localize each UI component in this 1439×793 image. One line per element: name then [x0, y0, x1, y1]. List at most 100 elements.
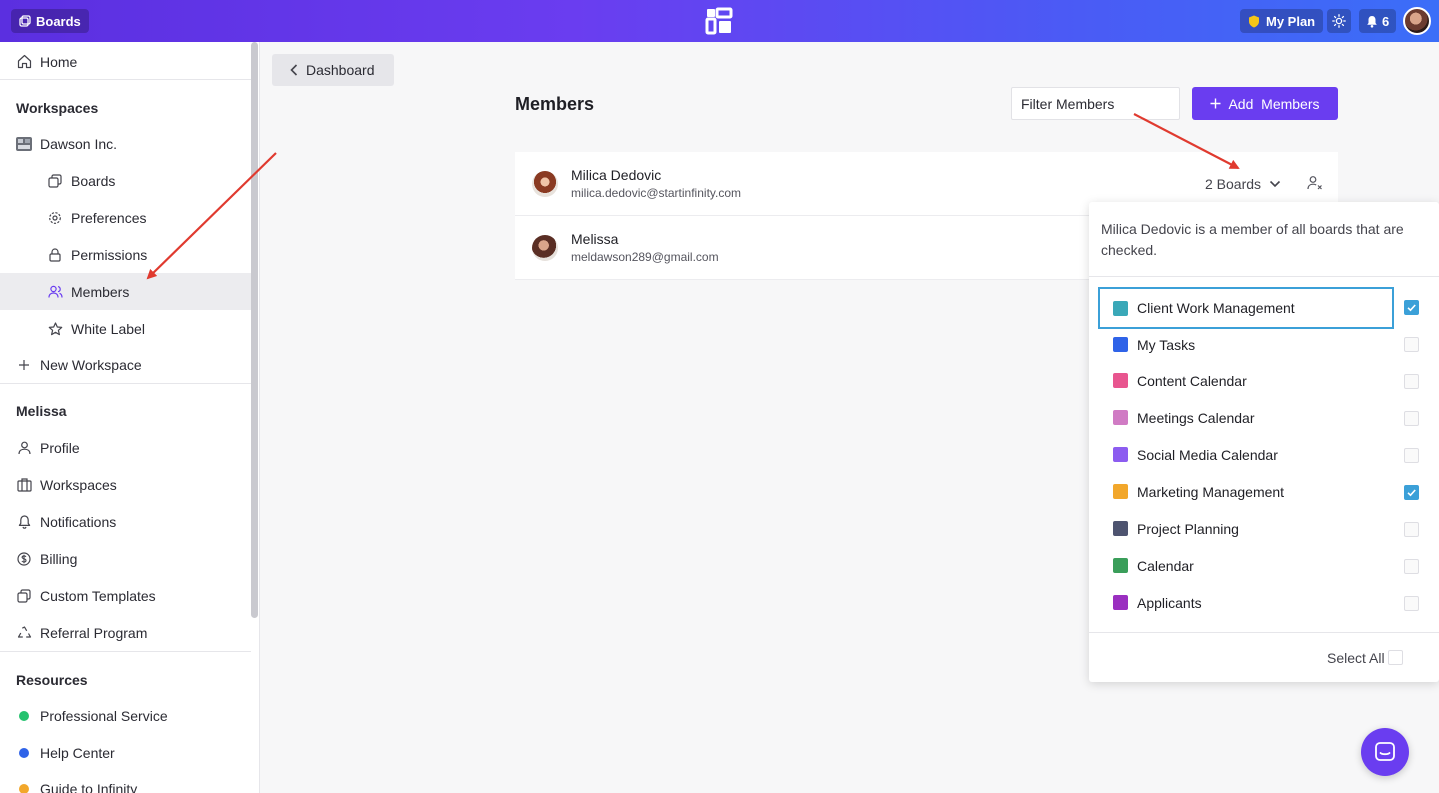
my-plan-label: My Plan [1266, 13, 1316, 29]
sidebar-item-label: Preferences [71, 209, 147, 226]
plus-icon [19, 359, 29, 370]
user-icon [17, 441, 31, 454]
board-checkbox[interactable] [1404, 300, 1419, 315]
add-members-label: Add Members [1228, 95, 1320, 112]
back-button-label: Dashboard [306, 62, 375, 78]
workspaces-heading: Workspaces [16, 100, 99, 116]
avatar [532, 171, 558, 197]
sidebar-item-help-center[interactable]: Help Center [0, 734, 251, 771]
board-name: Client Work Management [1137, 300, 1295, 316]
board-item-social-media-calendar[interactable]: Social Media Calendar [1098, 436, 1394, 473]
board-checkbox[interactable] [1404, 411, 1419, 426]
chat-launcher-button[interactable] [1361, 728, 1409, 776]
user-heading: Melissa [16, 403, 67, 419]
board-checkbox[interactable] [1404, 485, 1419, 500]
sidebar-item-boards[interactable]: Boards [0, 162, 251, 199]
chevron-down-icon [1269, 180, 1281, 188]
remove-user-icon[interactable] [1307, 175, 1323, 191]
sidebar-item-profile[interactable]: Profile [0, 429, 251, 466]
guide-icon [19, 783, 29, 793]
divider [1089, 276, 1439, 277]
users-icon [47, 285, 63, 298]
board-name: Meetings Calendar [1137, 409, 1255, 426]
member-boards-dropdown[interactable]: 2 Boards [1205, 176, 1281, 192]
board-color-swatch [1113, 373, 1128, 388]
board-color-swatch [1113, 410, 1128, 425]
sidebar-item-label: Workspaces [40, 476, 117, 493]
board-checkbox[interactable] [1404, 522, 1419, 537]
sidebar-item-custom-templates[interactable]: Custom Templates [0, 577, 251, 614]
sidebar-item-new-workspace[interactable]: New Workspace [0, 346, 251, 383]
sidebar-item-label: Notifications [40, 513, 117, 530]
sidebar-scrollbar[interactable] [251, 42, 258, 618]
sidebar-item-label: Home [40, 53, 78, 70]
board-name: Content Calendar [1137, 372, 1247, 389]
board-name: Project Planning [1137, 520, 1239, 537]
infinity-logo-icon[interactable] [705, 7, 733, 35]
sidebar-item-guide[interactable]: Guide to Infinity [0, 770, 251, 793]
board-item-marketing-management[interactable]: Marketing Management [1098, 473, 1394, 510]
sidebar-item-label: Members [71, 283, 130, 300]
board-item-content-calendar[interactable]: Content Calendar [1098, 362, 1394, 399]
board-checkbox[interactable] [1404, 596, 1419, 611]
check-icon [1407, 304, 1416, 312]
sidebar-item-label: Referral Program [40, 624, 148, 641]
my-plan-button[interactable]: My Plan [1240, 9, 1324, 33]
board-checkbox[interactable] [1404, 448, 1419, 463]
sidebar-item-members[interactable]: Members [0, 273, 251, 310]
recycle-icon [17, 625, 31, 638]
sidebar-item-preferences[interactable]: Preferences [0, 199, 251, 236]
board-checkbox[interactable] [1404, 559, 1419, 574]
sidebar-item-workspace-dawson[interactable]: Dawson Inc. [0, 125, 251, 162]
sidebar-item-referral-program[interactable]: Referral Program [0, 614, 251, 651]
sidebar-item-label: Permissions [71, 246, 148, 263]
page-title: Members [515, 94, 595, 114]
sun-icon [1332, 14, 1346, 28]
sidebar-item-label: New Workspace [40, 356, 142, 373]
sidebar-item-workspaces[interactable]: Workspaces [0, 466, 251, 503]
theme-toggle-button[interactable] [1327, 9, 1351, 33]
board-item-calendar[interactable]: Calendar [1098, 547, 1394, 584]
sidebar-item-label: Boards [71, 172, 116, 189]
notifications-button[interactable]: 6 [1359, 9, 1397, 33]
board-item-client-work-management[interactable]: Client Work Management [1098, 287, 1394, 329]
select-all-label[interactable]: Select All [1327, 650, 1385, 666]
sidebar-item-label: White Label [71, 320, 145, 337]
board-item-applicants[interactable]: Applicants [1098, 584, 1394, 621]
sidebar-item-label: Guide to Infinity [40, 780, 138, 793]
board-checkbox[interactable] [1404, 337, 1419, 352]
check-icon [1407, 489, 1416, 497]
sidebar-item-billing[interactable]: Billing [0, 540, 251, 577]
sidebar-item-label: Dawson Inc. [40, 135, 118, 152]
bell-icon [18, 514, 30, 529]
board-item-my-tasks[interactable]: My Tasks [1098, 326, 1394, 363]
sidebar-item-notifications[interactable]: Notifications [0, 503, 251, 540]
star-icon [48, 321, 62, 335]
board-name: Marketing Management [1137, 483, 1285, 500]
workspace-logo-icon [16, 136, 32, 151]
boards-switcher-label: Boards [36, 13, 81, 29]
sidebar-item-professional-service[interactable]: Professional Service [0, 697, 251, 734]
sidebar-item-label: Billing [40, 550, 78, 567]
sidebar-item-label: Help Center [40, 744, 115, 761]
boards-icon [48, 173, 62, 188]
board-color-swatch [1113, 337, 1128, 352]
board-color-swatch [1113, 595, 1128, 610]
sidebar-item-home[interactable]: Home [0, 43, 251, 80]
filter-members-input[interactable] [1011, 87, 1180, 120]
chat-icon [1375, 742, 1395, 761]
board-color-swatch [1113, 521, 1128, 536]
board-item-meetings-calendar[interactable]: Meetings Calendar [1098, 399, 1394, 436]
board-item-project-planning[interactable]: Project Planning [1098, 510, 1394, 547]
user-avatar[interactable] [1403, 7, 1431, 35]
select-all-checkbox[interactable] [1388, 650, 1403, 665]
sidebar-item-permissions[interactable]: Permissions [0, 236, 251, 273]
board-color-swatch [1113, 558, 1128, 573]
board-checkbox[interactable] [1404, 374, 1419, 389]
sidebar-item-white-label[interactable]: White Label [0, 310, 251, 347]
back-to-dashboard-button[interactable]: Dashboard [272, 54, 394, 86]
add-members-button[interactable]: Add Members [1192, 87, 1338, 120]
sidebar: Home Workspaces Dawson Inc. Boards Prefe… [0, 42, 260, 793]
boards-switcher-button[interactable]: Boards [11, 9, 89, 33]
board-name: Social Media Calendar [1137, 446, 1278, 463]
